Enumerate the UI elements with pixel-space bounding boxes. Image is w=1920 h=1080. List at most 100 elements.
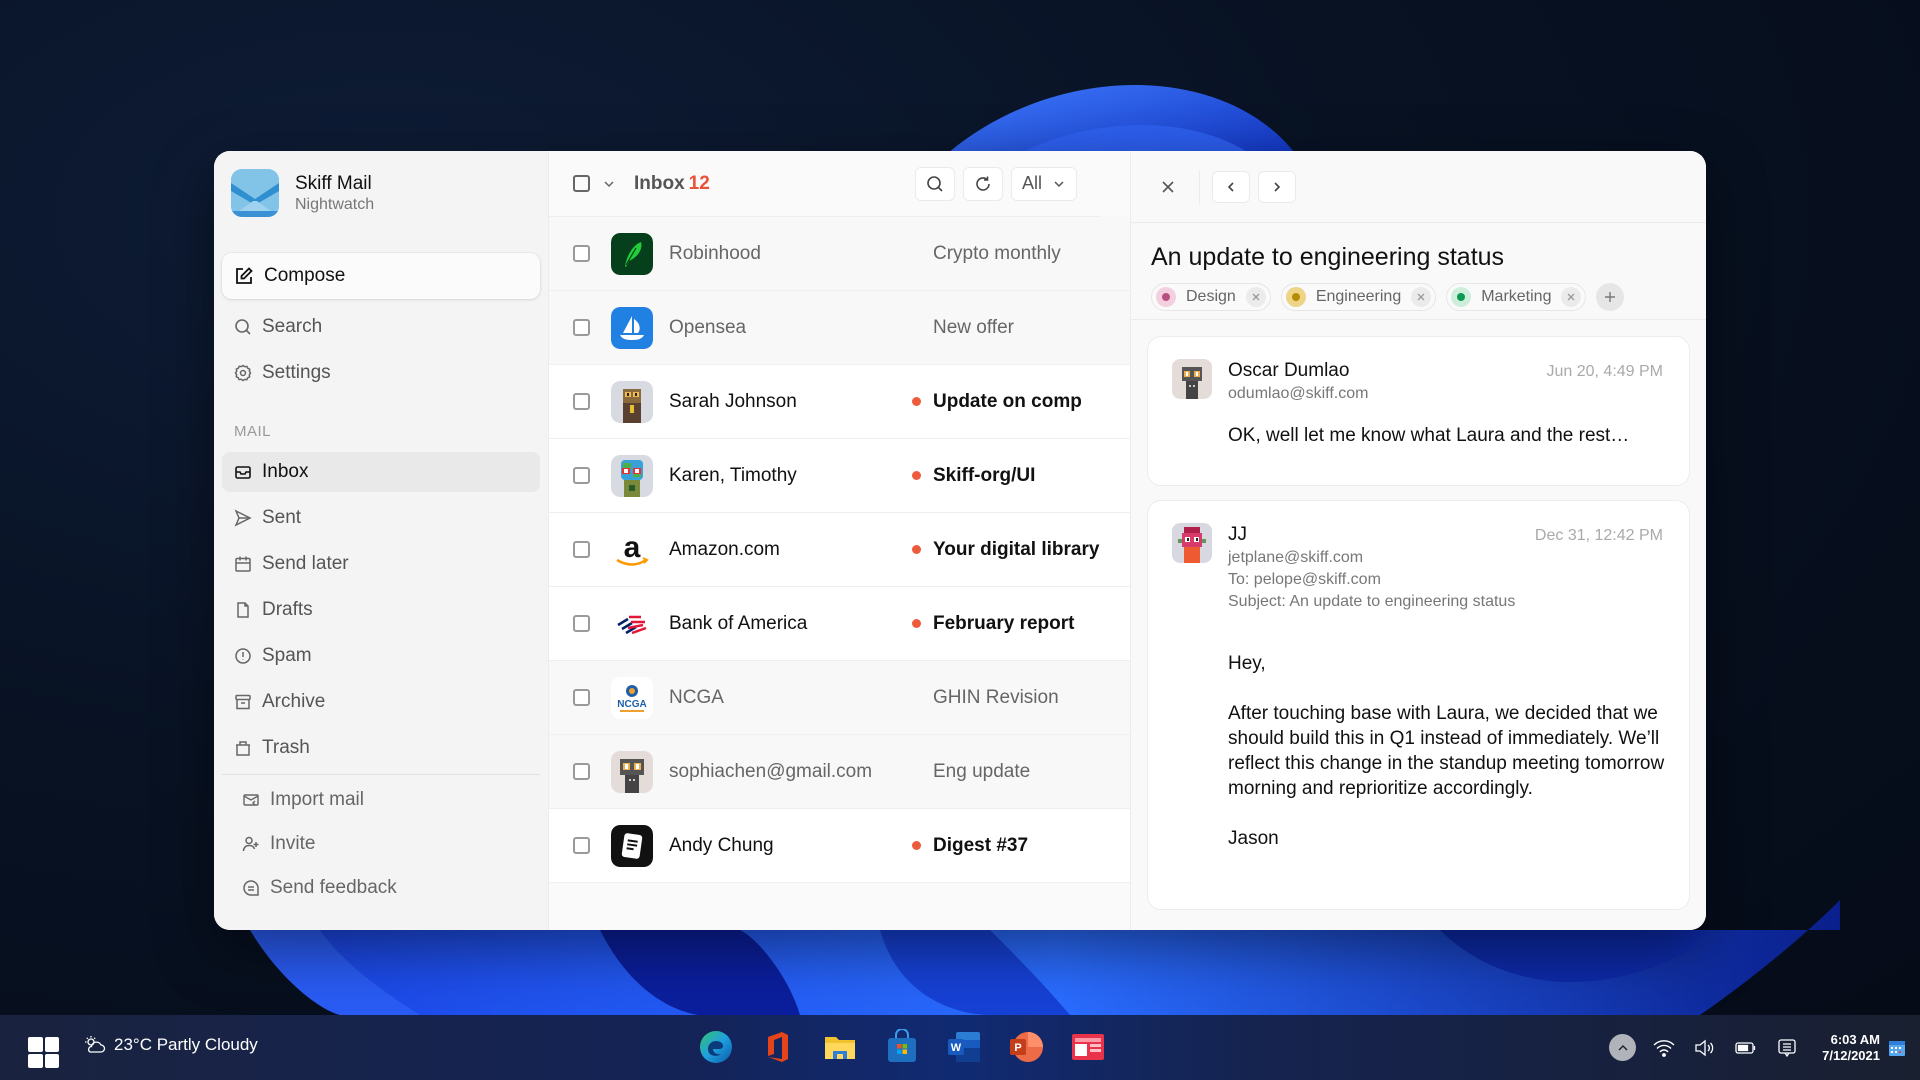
notifications-button[interactable] xyxy=(1773,1034,1800,1061)
weather-widget[interactable]: 23°C Partly Cloudy xyxy=(84,1035,258,1055)
sidebar-item-send-later[interactable]: Send later xyxy=(222,544,540,584)
email-subject: Your digital library xyxy=(933,538,1100,560)
taskbar-app-word[interactable]: W xyxy=(946,1029,982,1065)
message-preview: OK, well let me know what Laura and the … xyxy=(1228,425,1630,446)
battery-button[interactable] xyxy=(1732,1034,1759,1061)
message-card-collapsed[interactable]: Oscar Dumlao odumlao@skiff.com OK, well … xyxy=(1147,336,1690,486)
gear-icon xyxy=(234,364,252,382)
sidebar-item-search[interactable]: Search xyxy=(222,307,540,347)
email-row-checkbox[interactable] xyxy=(573,319,590,336)
email-row[interactable]: Sarah Johnson Update on comp xyxy=(549,365,1130,439)
remove-label-button[interactable] xyxy=(1411,286,1432,307)
email-row-checkbox[interactable] xyxy=(573,393,590,410)
message-greeting: Hey, xyxy=(1228,653,1266,674)
taskbar-app-file-explorer[interactable] xyxy=(822,1029,858,1065)
calendar-icon[interactable] xyxy=(1888,1039,1906,1057)
sidebar-item-trash[interactable]: Trash xyxy=(222,728,540,768)
taskbar-clock[interactable]: 6:03 AM 7/12/2021 xyxy=(1822,1032,1880,1064)
close-thread-button[interactable] xyxy=(1151,170,1185,204)
sender-avatar xyxy=(611,750,653,793)
thread-subject: An update to engineering status xyxy=(1151,243,1505,271)
add-user-icon xyxy=(242,836,259,852)
remove-label-button[interactable] xyxy=(1561,286,1582,307)
email-row[interactable]: Andy Chung Digest #37 xyxy=(549,809,1130,883)
sidebar-item-drafts[interactable]: Drafts xyxy=(222,590,540,630)
toolbar-separator xyxy=(1199,169,1200,204)
sidebar-item-sent[interactable]: Sent xyxy=(222,498,540,538)
email-row-checkbox[interactable] xyxy=(573,615,590,632)
plus-icon xyxy=(1605,291,1616,302)
sidebar-item-inbox[interactable]: Inbox xyxy=(222,452,540,492)
unread-indicator xyxy=(912,471,921,480)
start-button[interactable] xyxy=(28,1037,59,1068)
show-hidden-icons-button[interactable] xyxy=(1609,1034,1637,1061)
close-icon xyxy=(1568,293,1575,300)
email-subject: Update on comp xyxy=(933,390,1082,412)
skiff-mail-window: Skiff Mail Nightwatch Compose Search Set… xyxy=(214,151,1706,930)
refresh-button[interactable] xyxy=(962,166,1003,201)
email-subject: Digest #37 xyxy=(933,834,1029,856)
sidebar-item-label: Trash xyxy=(262,737,310,758)
sidebar-item-label: Send feedback xyxy=(270,877,397,898)
svg-text:a: a xyxy=(624,531,641,564)
inbox-title: Inbox xyxy=(634,172,685,194)
previous-email-button[interactable] xyxy=(1212,170,1250,203)
trash-icon xyxy=(236,741,250,756)
chevron-left-icon xyxy=(1227,181,1234,192)
filter-dropdown[interactable]: All xyxy=(1010,166,1077,201)
email-row[interactable]: Bank of America February report xyxy=(549,587,1130,661)
taskbar-app-powerpoint[interactable]: P xyxy=(1008,1029,1044,1065)
sidebar-item-import-mail[interactable]: Import mail xyxy=(222,781,540,819)
email-row-checkbox[interactable] xyxy=(573,837,590,854)
sidebar-item-label: Invite xyxy=(270,833,316,854)
chevron-down-icon xyxy=(1054,180,1064,187)
email-sender: Amazon.com xyxy=(669,538,780,560)
taskbar-app-news[interactable] xyxy=(1070,1029,1106,1065)
taskbar-app-store[interactable] xyxy=(884,1028,920,1065)
chevron-down-icon[interactable] xyxy=(602,177,616,191)
search-icon xyxy=(927,175,943,192)
inbox-icon xyxy=(235,466,251,479)
email-row-checkbox[interactable] xyxy=(573,245,590,262)
sender-avatar xyxy=(611,306,653,349)
email-row[interactable]: a Amazon.com Your digital library xyxy=(549,513,1130,587)
email-row[interactable]: NCGA NCGA GHIN Revision xyxy=(549,661,1130,735)
add-label-button[interactable] xyxy=(1596,282,1625,311)
next-email-button[interactable] xyxy=(1258,170,1296,203)
label-color-swatch xyxy=(1285,286,1306,307)
wifi-button[interactable] xyxy=(1650,1034,1677,1061)
sender-avatar xyxy=(611,454,653,497)
label-chip-marketing[interactable]: Marketing xyxy=(1446,282,1587,311)
workspace-switcher[interactable]: Skiff Mail Nightwatch xyxy=(222,151,540,235)
email-row-checkbox[interactable] xyxy=(573,763,590,780)
email-row-checkbox[interactable] xyxy=(573,467,590,484)
label-color-swatch xyxy=(1156,286,1176,307)
sidebar-item-label: Send later xyxy=(262,553,349,574)
email-row[interactable]: Robinhood Crypto monthly xyxy=(549,217,1130,291)
sidebar-item-send-feedback[interactable]: Send feedback xyxy=(222,869,540,907)
taskbar-app-office[interactable] xyxy=(760,1029,796,1065)
sidebar-item-settings[interactable]: Settings xyxy=(222,353,540,393)
compose-button[interactable]: Compose xyxy=(222,253,540,299)
remove-label-button[interactable] xyxy=(1245,286,1266,307)
search-button[interactable] xyxy=(914,166,955,201)
select-all-checkbox[interactable] xyxy=(573,175,590,192)
sidebar-item-spam[interactable]: Spam xyxy=(222,636,540,676)
taskbar-app-edge[interactable] xyxy=(698,1029,734,1065)
sidebar-divider xyxy=(222,774,540,775)
clock-time: 6:03 AM xyxy=(1830,1031,1880,1047)
email-row-checkbox[interactable] xyxy=(573,541,590,558)
email-row[interactable]: Karen, Timothy Skiff-org/UI xyxy=(549,439,1130,513)
label-chip-engineering[interactable]: Engineering xyxy=(1280,282,1437,311)
import-icon xyxy=(243,794,259,806)
volume-button[interactable] xyxy=(1691,1034,1718,1061)
sidebar-item-archive[interactable]: Archive xyxy=(222,682,540,722)
label-name: Design xyxy=(1186,287,1236,305)
sidebar-item-invite[interactable]: Invite xyxy=(222,825,540,863)
email-row[interactable]: sophiachen@gmail.com Eng update xyxy=(549,735,1130,809)
calendar-icon xyxy=(235,556,251,572)
email-row[interactable]: Opensea New offer xyxy=(549,291,1130,365)
email-row-checkbox[interactable] xyxy=(573,689,590,706)
refresh-icon xyxy=(976,176,990,191)
label-chip-design[interactable]: Design xyxy=(1151,282,1271,311)
